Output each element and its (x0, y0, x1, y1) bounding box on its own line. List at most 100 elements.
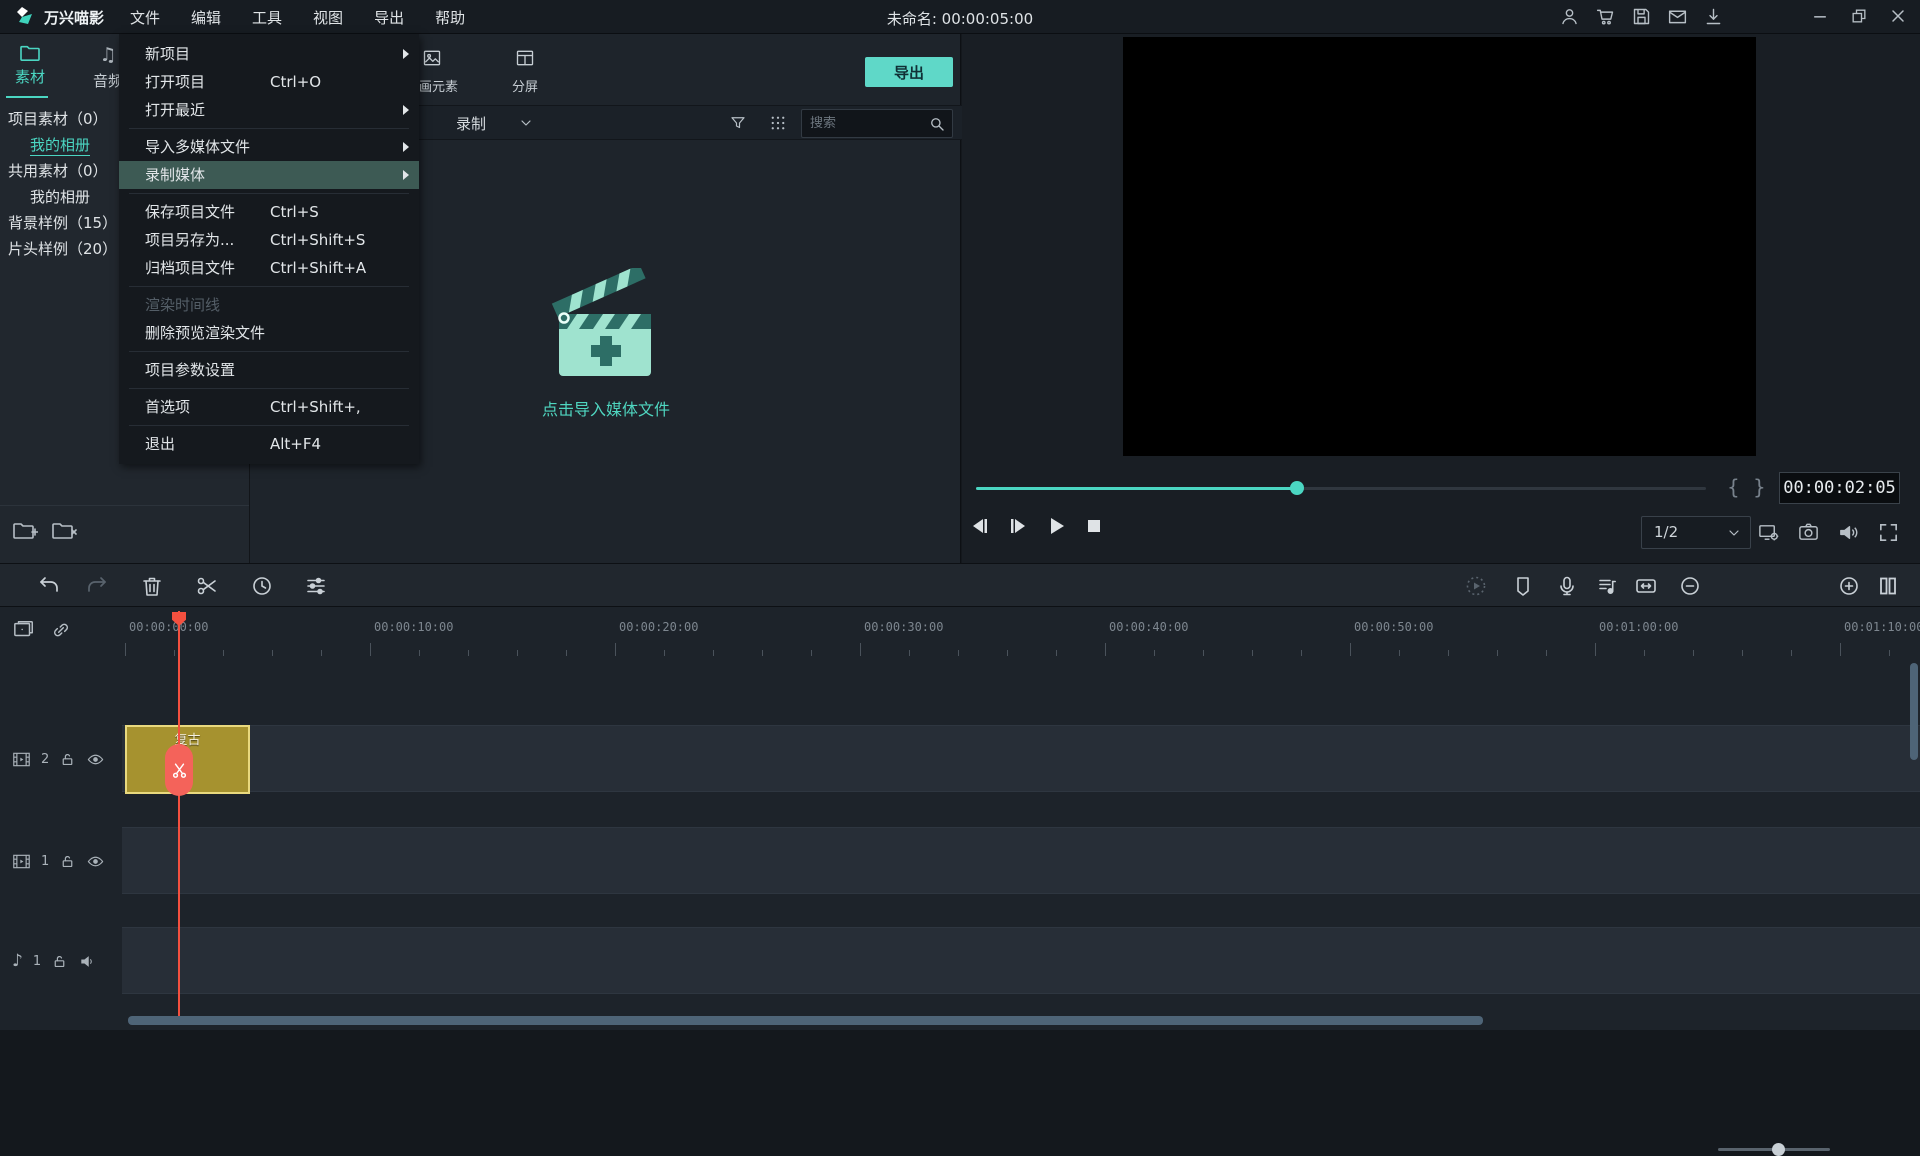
mark-out-icon[interactable]: } (1753, 475, 1766, 499)
fit-timeline-icon[interactable] (1634, 574, 1658, 598)
menu-item-archive-project[interactable]: 归档项目文件Ctrl+Shift+A (119, 254, 419, 282)
lock-icon[interactable] (59, 853, 76, 870)
store-cart-icon[interactable] (1595, 6, 1616, 27)
search-input[interactable] (810, 113, 920, 134)
timeline-zoom-slider[interactable] (1718, 1148, 1830, 1151)
media-category-dropdown[interactable]: 录制 (456, 113, 486, 134)
menu-separator (129, 425, 409, 426)
menu-item-project-settings[interactable]: 项目参数设置 (119, 356, 419, 384)
menu-item-open-recent[interactable]: 打开最近 (119, 96, 419, 124)
menubar-help[interactable]: 帮助 (431, 7, 469, 28)
menubar: 文件 编辑 工具 视图 导出 帮助 (126, 0, 469, 34)
eye-icon[interactable] (86, 853, 105, 870)
preview-quality-value: 1/2 (1654, 523, 1678, 541)
next-frame-button[interactable] (1006, 514, 1030, 538)
mark-in-icon[interactable]: { (1727, 475, 1740, 499)
adjust-sliders-icon[interactable] (304, 574, 328, 598)
chevron-down-icon[interactable] (518, 115, 534, 131)
scissors-icon (170, 761, 189, 780)
timeline-hscrollbar[interactable] (128, 1016, 1483, 1025)
snapshot-camera-icon[interactable] (1797, 521, 1820, 544)
menu-item-exit[interactable]: 退出Alt+F4 (119, 430, 419, 458)
menubar-edit[interactable]: 编辑 (187, 7, 225, 28)
menu-item-record-media[interactable]: 录制媒体 (119, 161, 419, 189)
undo-icon[interactable] (37, 574, 61, 598)
filter-icon[interactable] (729, 114, 747, 132)
music-note-icon: ♪ (12, 951, 23, 971)
clip-label: 复古 (127, 729, 248, 748)
mail-icon[interactable] (1667, 6, 1688, 27)
import-hint-text[interactable]: 点击导入媒体文件 (456, 396, 756, 420)
menu-separator (129, 286, 409, 287)
menu-separator (129, 128, 409, 129)
lock-icon[interactable] (59, 751, 76, 768)
track-header-audio-1: ♪ 1 (0, 943, 122, 979)
menu-item-open-project[interactable]: 打开项目Ctrl+O (119, 68, 419, 96)
add-folder-icon[interactable] (12, 520, 38, 544)
add-to-track-icon[interactable] (12, 619, 36, 641)
display-settings-icon[interactable] (1757, 521, 1780, 544)
split-scissors-icon[interactable] (195, 574, 219, 598)
tab-active-underline (6, 96, 48, 98)
cut-scissors-badge[interactable] (165, 744, 193, 796)
export-button[interactable]: 导出 (865, 57, 953, 87)
menu-item-save-as[interactable]: 项目另存为...Ctrl+Shift+S (119, 226, 419, 254)
link-clips-icon[interactable] (50, 619, 72, 641)
eye-icon[interactable] (86, 751, 105, 768)
download-icon[interactable] (1703, 6, 1724, 27)
menu-item-new-project[interactable]: 新项目 (119, 40, 419, 68)
minimize-button[interactable] (1810, 6, 1830, 26)
speaker-icon[interactable] (78, 953, 97, 970)
track-header-video-2: 2 (0, 741, 122, 777)
tab-media-library[interactable]: 素材 (0, 44, 60, 87)
titlebar: 万兴喵影 文件 编辑 工具 视图 导出 帮助 未命名: 00:00:05:00 (0, 0, 1920, 34)
lock-icon[interactable] (51, 953, 68, 970)
menubar-file[interactable]: 文件 (126, 7, 164, 28)
audio-track-1-lane[interactable] (122, 927, 1920, 994)
save-icon[interactable] (1631, 6, 1652, 27)
menu-separator (129, 351, 409, 352)
stop-button[interactable] (1082, 514, 1106, 538)
tab-split-screen[interactable]: 分屏 (480, 48, 570, 95)
previous-frame-button[interactable] (968, 514, 992, 538)
play-button[interactable] (1044, 514, 1068, 538)
menubar-tools[interactable]: 工具 (248, 7, 286, 28)
search-icon[interactable] (928, 115, 946, 133)
grid-view-icon[interactable] (769, 114, 787, 132)
audio-mixer-icon[interactable] (1595, 574, 1619, 598)
tab-media-label: 素材 (0, 66, 60, 87)
video-track-2-lane[interactable] (122, 725, 1920, 792)
timeline-zoom-handle[interactable] (1772, 1143, 1785, 1156)
import-clapperboard-icon[interactable] (551, 268, 661, 384)
menu-item-save-project[interactable]: 保存项目文件Ctrl+S (119, 198, 419, 226)
delete-icon[interactable] (140, 574, 164, 598)
restore-button[interactable] (1849, 6, 1869, 26)
playhead[interactable] (178, 611, 180, 1016)
seek-handle[interactable] (1290, 481, 1304, 495)
fullscreen-icon[interactable] (1877, 521, 1900, 544)
marker-icon[interactable] (1511, 574, 1535, 598)
zoom-in-icon[interactable] (1837, 574, 1861, 598)
account-icon[interactable] (1559, 6, 1580, 27)
dual-view-icon[interactable] (1876, 574, 1900, 598)
record-voiceover-icon[interactable] (1555, 574, 1579, 598)
redo-icon[interactable] (85, 574, 109, 598)
render-preview-icon[interactable] (1464, 574, 1488, 598)
menu-separator (129, 388, 409, 389)
menu-item-delete-render-files[interactable]: 删除预览渲染文件 (119, 319, 419, 347)
delete-folder-icon[interactable] (51, 520, 77, 544)
timeline-vscrollbar[interactable] (1910, 663, 1918, 760)
menu-item-preferences[interactable]: 首选项Ctrl+Shift+, (119, 393, 419, 421)
seek-bar[interactable] (976, 487, 1706, 490)
menu-item-import-media[interactable]: 导入多媒体文件 (119, 133, 419, 161)
volume-icon[interactable] (1837, 521, 1860, 544)
video-track-1-lane[interactable] (122, 827, 1920, 894)
speed-clock-icon[interactable] (250, 574, 274, 598)
timecode-display[interactable]: 00:00:02:05 (1779, 472, 1900, 504)
zoom-out-icon[interactable] (1678, 574, 1702, 598)
close-button[interactable] (1888, 6, 1908, 26)
menubar-export[interactable]: 导出 (370, 7, 408, 28)
ruler-label: 00:00:10:00 (374, 620, 453, 634)
menubar-view[interactable]: 视图 (309, 7, 347, 28)
preview-quality-dropdown[interactable]: 1/2 (1641, 516, 1751, 549)
